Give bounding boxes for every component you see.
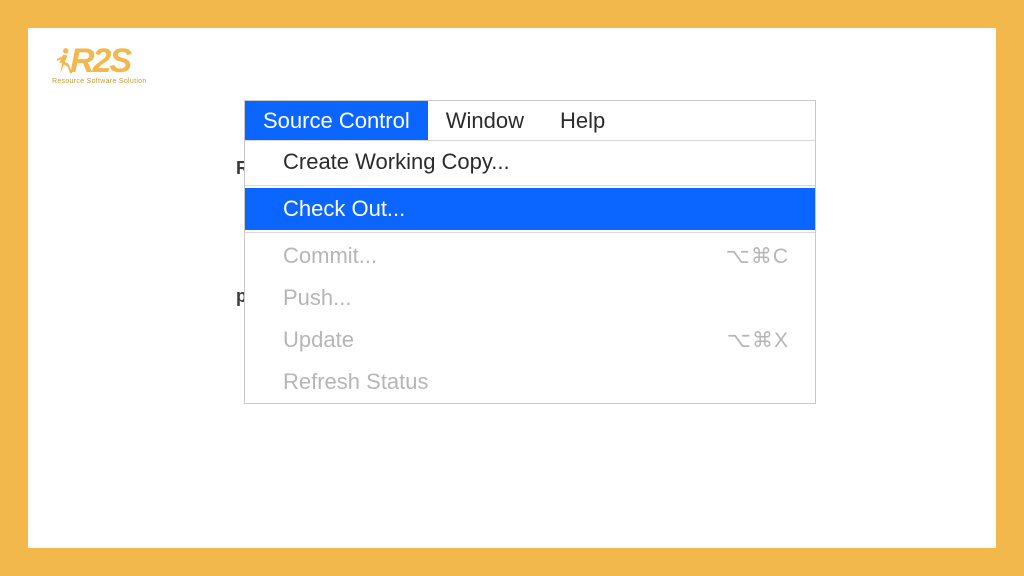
menu-item-label: Push... bbox=[283, 285, 351, 311]
menubar-label: Help bbox=[560, 108, 605, 134]
menu-item-label: Commit... bbox=[283, 243, 377, 269]
menu-item-update[interactable]: Update ⌥⌘X bbox=[245, 319, 815, 361]
menu-item-label: Create Working Copy... bbox=[283, 149, 510, 175]
menubar-label: Window bbox=[446, 108, 524, 134]
menubar-label: Source Control bbox=[263, 108, 410, 134]
menu-separator bbox=[245, 185, 815, 186]
menu-item-check-out[interactable]: Check Out... bbox=[245, 188, 815, 230]
menu-item-shortcut: ⌥⌘C bbox=[726, 244, 789, 269]
menubar-item-help[interactable]: Help bbox=[542, 101, 623, 140]
menu-item-create-working-copy[interactable]: Create Working Copy... bbox=[245, 141, 815, 183]
logo-text: R2S bbox=[70, 47, 130, 76]
menubar: Source Control Window Help bbox=[245, 101, 815, 141]
brand-logo: R2S Resource Software Solution bbox=[52, 46, 147, 85]
menubar-item-window[interactable]: Window bbox=[428, 101, 542, 140]
logo-wordmark: R2S bbox=[52, 46, 130, 76]
menu-screenshot: Source Control Window Help Create Workin… bbox=[244, 100, 816, 404]
menu-item-label: Refresh Status bbox=[283, 369, 429, 395]
menu-item-commit[interactable]: Commit... ⌥⌘C bbox=[245, 235, 815, 277]
menu-item-refresh-status[interactable]: Refresh Status bbox=[245, 361, 815, 403]
slide-card: R2S Resource Software Solution R p ≣ Sou… bbox=[28, 28, 996, 548]
menu-item-shortcut: ⌥⌘X bbox=[727, 328, 789, 353]
menu-item-push[interactable]: Push... bbox=[245, 277, 815, 319]
slide-frame: R2S Resource Software Solution R p ≣ Sou… bbox=[0, 0, 1024, 576]
menubar-item-source-control[interactable]: Source Control bbox=[245, 101, 428, 140]
menu-item-label: Check Out... bbox=[283, 196, 405, 222]
logo-tagline: Resource Software Solution bbox=[52, 78, 147, 85]
runner-icon bbox=[52, 46, 74, 76]
menu-separator bbox=[245, 232, 815, 233]
dropdown-menu: Create Working Copy... Check Out... Comm… bbox=[245, 141, 815, 403]
menu-item-label: Update bbox=[283, 327, 354, 353]
